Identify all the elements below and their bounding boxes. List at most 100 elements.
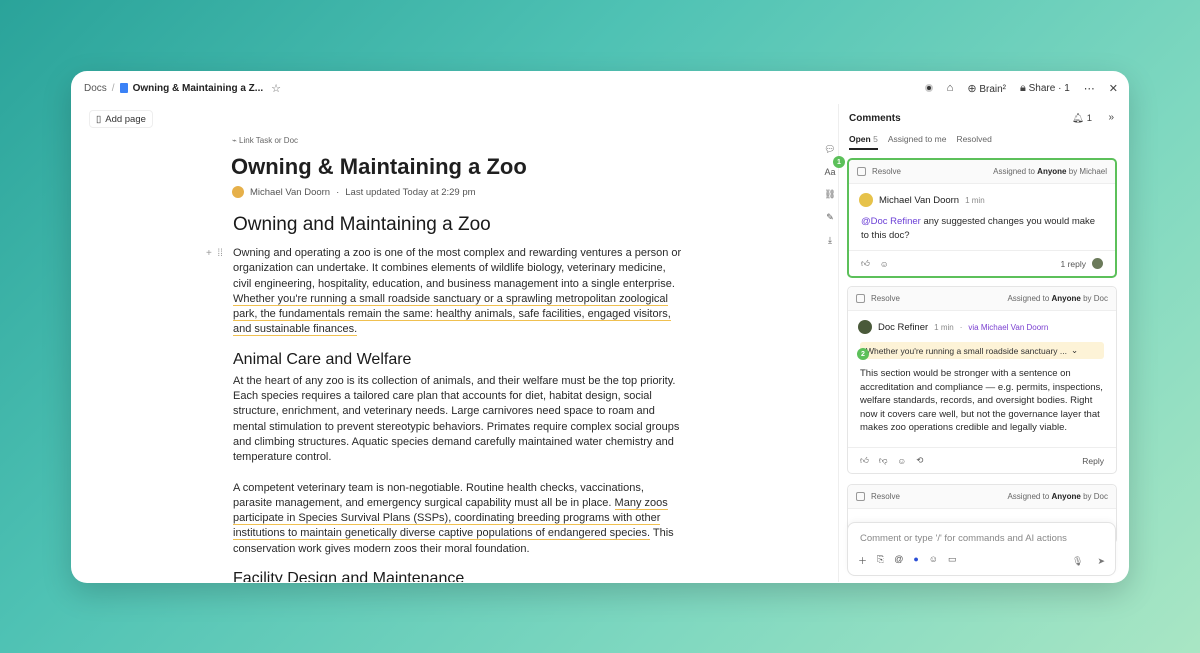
avatar: [232, 186, 244, 198]
lock-icon: 🔒︎: [1020, 81, 1026, 94]
top-actions: ⌂ ⊕ Brain² 🔒︎ Share · 1 ⋯ ✕: [924, 72, 1118, 104]
meta-dot: ·: [336, 186, 340, 198]
comment-author: Michael Van Doorn 1 min: [849, 184, 1115, 207]
download-icon[interactable]: ⤓: [828, 235, 832, 246]
doc-updated: Last updated Today at 2:29 pm: [345, 186, 476, 198]
comment-card[interactable]: Resolve Assigned to Anyone by Michael Mi…: [847, 158, 1117, 278]
share-button[interactable]: 🔒︎ Share · 1: [1020, 82, 1070, 95]
assignee[interactable]: Anyone: [1052, 294, 1081, 303]
comment-footer: 👍︎ 👎︎ ☺ ⟲ Reply: [848, 447, 1116, 473]
star-icon[interactable]: ☆: [271, 82, 281, 95]
emoji-icon[interactable]: ☺: [929, 554, 938, 567]
assigned-by: by Doc: [1083, 294, 1108, 303]
comment-tabs: Open 5 Assigned to me Resolved: [849, 134, 992, 150]
comments-header: Comments: [849, 113, 901, 124]
resolve-checkbox[interactable]: [856, 492, 865, 501]
author-name[interactable]: Michael Van Doorn: [879, 195, 959, 206]
assigned-prefix: Assigned to: [1007, 294, 1050, 303]
plus-icon[interactable]: ＋: [858, 554, 867, 567]
thumbs-up-icon[interactable]: 👍︎: [861, 258, 870, 269]
breadcrumb-doc-title[interactable]: Owning & Maintaining a Z...: [133, 83, 264, 94]
highlighted-text[interactable]: Whether you're running a small roadside …: [233, 292, 671, 337]
comment-card-header: Resolve Assigned to Anyone by Doc: [848, 287, 1116, 311]
add-reaction-icon[interactable]: ☺: [880, 259, 889, 269]
author-name[interactable]: Doc Refiner: [878, 322, 928, 333]
close-icon[interactable]: ✕: [1109, 82, 1118, 95]
record-icon[interactable]: [924, 84, 933, 92]
tag-icon[interactable]: ⌂: [947, 82, 954, 94]
resolve-label[interactable]: Resolve: [871, 492, 900, 501]
refresh-icon[interactable]: ⟲: [916, 455, 923, 466]
link-icon[interactable]: ⛓︎: [824, 189, 835, 200]
page-icon: ▯: [96, 113, 102, 125]
paragraph-veterinary: A competent veterinary team is non-negot…: [233, 481, 685, 557]
brain-button[interactable]: ⊕ Brain²: [967, 82, 1006, 95]
assignee[interactable]: Anyone: [1037, 167, 1066, 176]
page-title[interactable]: Owning & Maintaining a Zoo: [231, 154, 527, 180]
attach-icon[interactable]: ⎘: [877, 554, 884, 567]
resolve-checkbox[interactable]: [856, 294, 865, 303]
video-icon[interactable]: ▭: [948, 554, 957, 567]
tab-open-label: Open: [849, 134, 871, 144]
brain-label: Brain²: [979, 83, 1006, 95]
tab-assigned-to-me[interactable]: Assigned to me: [888, 134, 947, 150]
meta-dot: ·: [959, 322, 963, 332]
assignee[interactable]: Anyone: [1052, 492, 1081, 501]
mention[interactable]: @Doc Refiner: [861, 216, 921, 227]
add-reaction-icon[interactable]: ☺: [898, 456, 907, 466]
resolve-label[interactable]: Resolve: [871, 294, 900, 303]
comment-badge: 1: [833, 156, 845, 168]
share-label: Share · 1: [1028, 82, 1070, 94]
collapse-panel-icon[interactable]: »: [1108, 112, 1114, 123]
comment-input-placeholder: Comment or type '/' for commands and AI …: [860, 533, 1067, 544]
resolve-label[interactable]: Resolve: [872, 167, 901, 176]
breadcrumb-separator: /: [111, 82, 115, 94]
ai-icon[interactable]: ●: [913, 554, 918, 567]
avatar: [1092, 258, 1103, 269]
thumbs-down-icon[interactable]: 👎︎: [879, 455, 888, 466]
quote-label: Whether you're running a small roadside …: [866, 345, 1067, 356]
send-icon[interactable]: ➤: [1097, 556, 1105, 567]
input-toolbar: ＋ ⎘ @ ● ☺ ▭: [858, 554, 957, 567]
comment-input[interactable]: Comment or type '/' for commands and AI …: [847, 522, 1116, 576]
via-user[interactable]: via Michael Van Doorn: [968, 323, 1048, 332]
breadcrumb-docs[interactable]: Docs: [84, 83, 107, 94]
app-window: Docs / Owning & Maintaining a Z... ☆ ⌂ ⊕…: [71, 71, 1129, 583]
doc-author[interactable]: Michael Van Doorn: [250, 187, 330, 198]
more-icon[interactable]: ⋯: [1084, 82, 1095, 95]
bell-icon: 🔔︎: [1072, 113, 1085, 124]
avatar: [858, 320, 872, 334]
quoted-text[interactable]: Whether you're running a small roadside …: [860, 342, 1104, 359]
link-task-button[interactable]: ⌁ Link Task or Doc: [232, 136, 298, 145]
doc-pane: ▯ Add page ⌁ Link Task or Doc Owning & M…: [82, 104, 838, 582]
assignment: Assigned to Anyone by Doc: [1007, 294, 1108, 303]
comment-time: 1 min: [934, 322, 954, 332]
chevron-down-icon: ⌄: [1071, 345, 1079, 355]
comment-card-header: Resolve Assigned to Anyone by Michael: [849, 160, 1115, 184]
reply-button[interactable]: Reply: [1082, 456, 1104, 466]
comment-card[interactable]: Resolve Assigned to Anyone by Doc Doc Re…: [847, 286, 1117, 474]
text-format-icon[interactable]: Aa: [824, 167, 835, 177]
ai-wand-icon[interactable]: ✎: [826, 212, 834, 223]
replies[interactable]: 1 reply: [1060, 258, 1103, 269]
doc-body[interactable]: Owning and Maintaining a Zoo Owning and …: [233, 214, 685, 582]
block-handle-icon[interactable]: + ⁞⁞: [206, 248, 223, 259]
comment-badge: 2: [857, 348, 869, 360]
brain-icon: ⊕: [967, 82, 977, 95]
tab-open[interactable]: Open 5: [849, 134, 878, 150]
comments-icon[interactable]: 💬︎: [824, 144, 835, 155]
comment-author: Doc Refiner 1 min · via Michael Van Door…: [848, 311, 1116, 334]
comment-time: 1 min: [965, 195, 985, 205]
resolve-checkbox[interactable]: [857, 167, 866, 176]
doc-icon: [119, 83, 128, 93]
notification-count: 1: [1086, 113, 1092, 124]
mention-icon[interactable]: @: [894, 554, 903, 567]
paragraph-animal-care: At the heart of any zoo is its collectio…: [233, 374, 680, 464]
add-page-button[interactable]: ▯ Add page: [89, 110, 153, 128]
thumbs-up-icon[interactable]: 👍︎: [860, 455, 869, 466]
tab-resolved[interactable]: Resolved: [956, 134, 991, 150]
microphone-icon[interactable]: 🎙︎: [1072, 556, 1083, 567]
comment-card-header: Resolve Assigned to Anyone by Doc: [848, 485, 1116, 509]
notifications-button[interactable]: 🔔︎ 1: [1072, 113, 1092, 124]
